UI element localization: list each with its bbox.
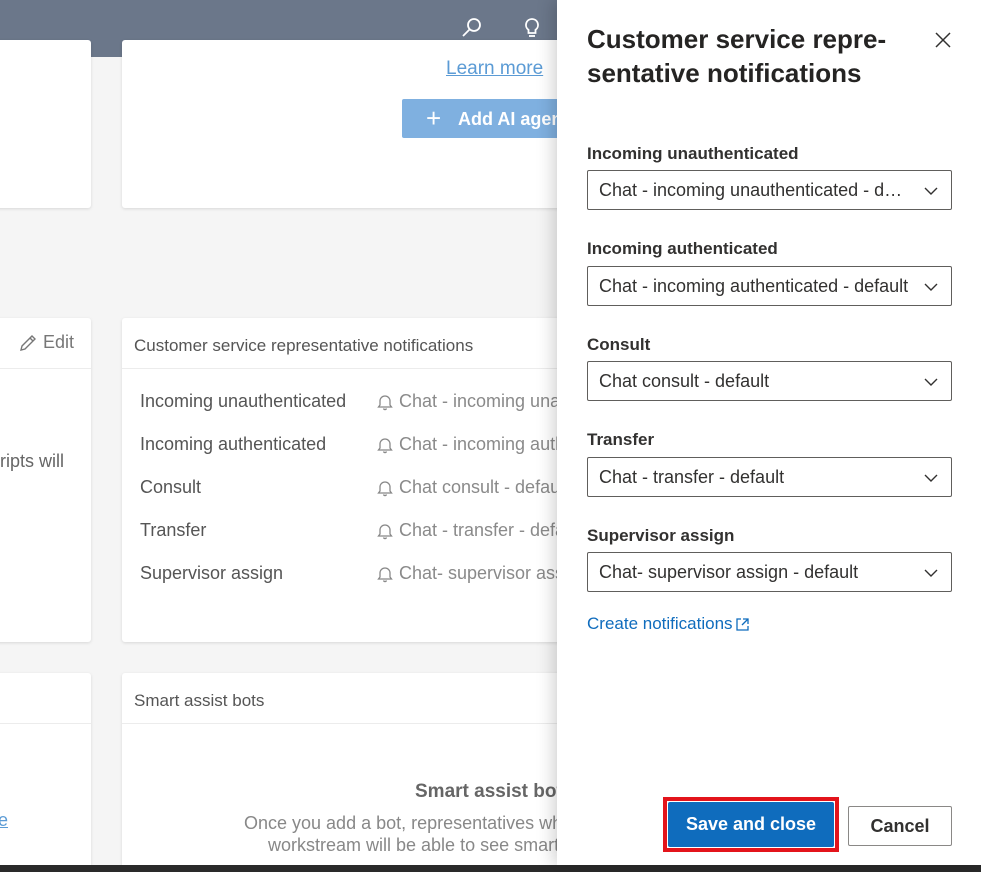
- add-ai-agent-button[interactable]: + Add AI agen: [402, 99, 582, 138]
- notif-row-label: Transfer: [140, 520, 207, 540]
- smart-assist-empty-title: Smart assist bot: [415, 781, 563, 802]
- save-and-close-button[interactable]: Save and close: [668, 802, 834, 847]
- bell-icon: [377, 523, 393, 539]
- card-smart-assist: Smart assist bots Smart assist bot Once …: [122, 673, 582, 872]
- chevron-down-icon: [924, 187, 938, 195]
- external-link-icon: [735, 617, 749, 631]
- panel-title: Customer service repre- sentative notifi…: [587, 24, 887, 88]
- incoming-unauthenticated-label: Incoming unauthenticated: [587, 144, 799, 163]
- create-notifications-label: Create notifications: [587, 614, 733, 633]
- incoming-unauthenticated-select[interactable]: Chat - incoming unauthenticated - def...: [587, 170, 952, 210]
- incoming-authenticated-label: Incoming authenticated: [587, 239, 778, 258]
- select-value: Chat- supervisor assign - default: [599, 562, 859, 582]
- consult-label: Consult: [587, 335, 651, 354]
- card-notifications: Customer service representative notifica…: [122, 318, 582, 642]
- notif-row-value: Chat - incoming auth: [377, 434, 565, 455]
- notif-row-value: Chat- supervisor assi: [377, 563, 568, 584]
- cancel-button[interactable]: Cancel: [848, 806, 952, 846]
- select-value: Chat - incoming authenticated - default: [599, 276, 909, 296]
- notif-row-value: Chat consult - defaul: [377, 477, 564, 498]
- chevron-down-icon: [924, 283, 938, 291]
- transfer-label: Transfer: [587, 430, 655, 449]
- notif-row-label: Incoming unauthenticated: [140, 391, 347, 411]
- left-card-link[interactable]: e: [0, 810, 8, 831]
- close-icon[interactable]: [931, 28, 955, 52]
- bell-icon: [377, 566, 393, 582]
- chevron-down-icon: [924, 569, 938, 577]
- lightbulb-icon[interactable]: [518, 14, 546, 42]
- plus-icon: +: [426, 103, 442, 133]
- notif-row-label: Consult: [140, 477, 202, 497]
- transfer-select[interactable]: Chat - transfer - default: [587, 457, 952, 497]
- notif-row-value: Chat - incoming una: [377, 391, 560, 412]
- search-icon[interactable]: [458, 14, 486, 42]
- edit-button[interactable]: Edit: [18, 332, 74, 353]
- notif-row-label: Supervisor assign: [140, 563, 284, 583]
- bell-icon: [377, 480, 393, 496]
- notifications-side-panel: Customer service repre- sentative notifi…: [557, 0, 981, 865]
- notifications-card-title: Customer service representative notifica…: [134, 336, 474, 355]
- edit-label: Edit: [43, 332, 75, 352]
- add-ai-agent-label: Add AI agen: [458, 109, 563, 129]
- card-bottom-left: e: [0, 673, 91, 872]
- chevron-down-icon: [924, 474, 938, 482]
- card-top-left: [0, 40, 91, 208]
- smart-assist-empty-line2: workstream will be able to see smart ass…: [268, 835, 582, 855]
- card-ai-agent: Learn more + Add AI agen: [122, 40, 582, 208]
- notif-row-label: Incoming authenticated: [140, 434, 327, 454]
- select-value: Chat consult - default: [599, 371, 770, 391]
- select-value: Chat - incoming unauthenticated - def...: [599, 180, 909, 200]
- left-card-text: ripts will: [0, 451, 65, 471]
- taskbar-strip: [0, 865, 981, 872]
- incoming-authenticated-select[interactable]: Chat - incoming authenticated - default: [587, 266, 952, 306]
- smart-assist-empty-line1: Once you add a bot, representatives who: [244, 813, 573, 833]
- bell-icon: [377, 437, 393, 453]
- select-value: Chat - transfer - default: [599, 467, 785, 487]
- learn-more-link[interactable]: Learn more: [446, 58, 543, 80]
- create-notifications-link[interactable]: Create notifications: [587, 614, 750, 634]
- card-middle-left: Edit ripts will: [0, 318, 91, 642]
- notif-row-value: Chat - transfer - defa: [377, 520, 565, 541]
- smart-assist-card-title: Smart assist bots: [134, 691, 265, 710]
- pencil-icon: [20, 334, 36, 351]
- supervisor-assign-label: Supervisor assign: [587, 526, 735, 545]
- consult-select[interactable]: Chat consult - default: [587, 361, 952, 401]
- bell-icon: [377, 394, 393, 410]
- supervisor-assign-select[interactable]: Chat- supervisor assign - default: [587, 552, 952, 592]
- chevron-down-icon: [924, 378, 938, 386]
